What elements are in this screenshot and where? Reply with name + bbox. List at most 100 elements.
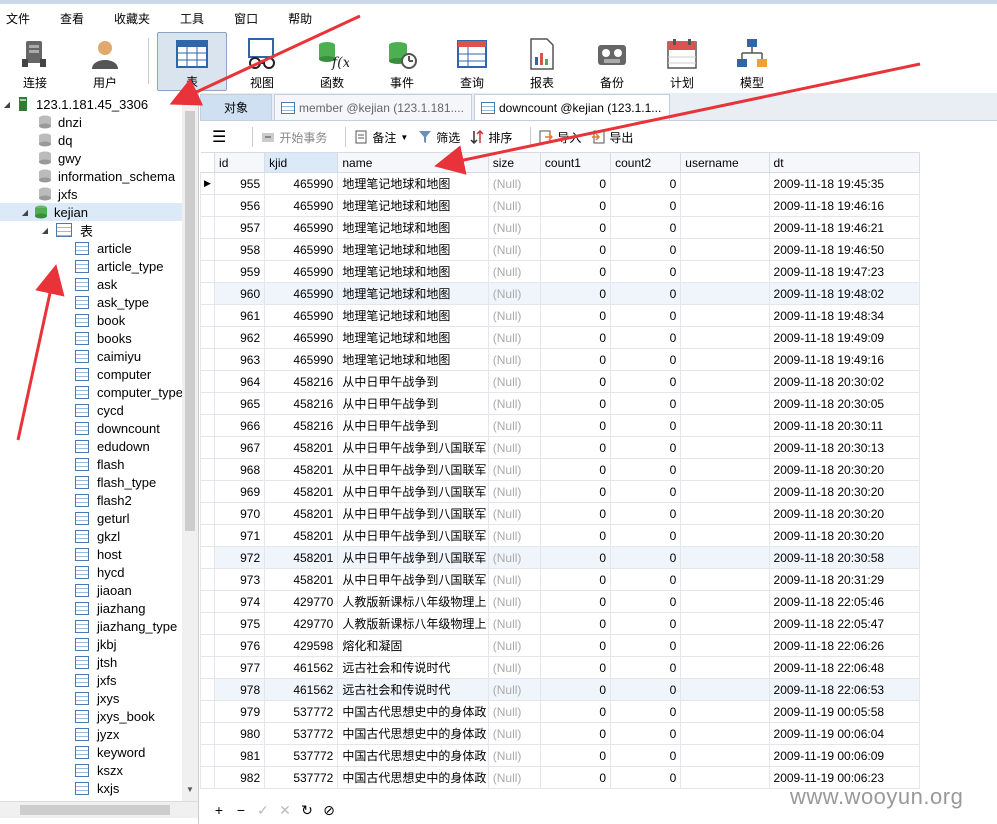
cell-kjid[interactable]: 465990 (264, 304, 339, 327)
tree-table[interactable]: cycd (75, 401, 124, 419)
cell-name[interactable]: 中国古代思想史中的身体政 (337, 700, 489, 723)
cell-count1[interactable]: 0 (539, 634, 612, 657)
cell-id[interactable]: 965 (214, 392, 266, 415)
cell-username[interactable] (680, 568, 770, 591)
cell-dt[interactable]: 2009-11-18 20:30:05 (768, 392, 921, 415)
cell-username[interactable] (680, 238, 770, 261)
tree-table[interactable]: jxys_book (75, 707, 155, 725)
cell-kjid[interactable]: 537772 (264, 700, 339, 723)
cell-count1[interactable]: 0 (539, 458, 612, 481)
cell-count2[interactable]: 0 (610, 480, 682, 503)
sort-button[interactable]: 排序 (470, 129, 512, 146)
cell-kjid[interactable]: 537772 (264, 766, 339, 789)
cell-id[interactable]: 978 (214, 678, 266, 701)
export-button[interactable]: 导出 (591, 129, 633, 146)
delete-record-icon[interactable]: − (230, 802, 252, 818)
cell-count1[interactable]: 0 (539, 546, 612, 569)
tree-table[interactable]: jiazhang_type (75, 617, 177, 635)
cell-size[interactable]: (Null) (487, 744, 541, 767)
cell-username[interactable] (680, 524, 770, 547)
tree-vertical-scrollbar[interactable]: ▲ ▼ (182, 93, 198, 801)
table-row[interactable]: ▶ 955 465990 地理笔记地球和地图 (Null) 0 0 2009-11-18 19… (200, 172, 921, 195)
cell-dt[interactable]: 2009-11-18 19:49:16 (768, 348, 921, 371)
cell-id[interactable]: 982 (214, 766, 266, 789)
cell-name[interactable]: 中国古代思想史中的身体政 (337, 744, 489, 767)
cell-username[interactable] (680, 590, 770, 613)
cell-size[interactable]: (Null) (487, 392, 541, 415)
cell-kjid[interactable]: 465990 (264, 216, 339, 239)
backup-button[interactable]: 备份 (577, 32, 647, 91)
tree-table[interactable]: jxys (75, 689, 119, 707)
cell-count2[interactable]: 0 (610, 744, 682, 767)
table-button[interactable]: 表 (157, 32, 227, 91)
cell-count2[interactable]: 0 (610, 436, 682, 459)
cell-count2[interactable]: 0 (610, 722, 682, 745)
cell-id[interactable]: 957 (214, 216, 266, 239)
cell-id[interactable]: 980 (214, 722, 266, 745)
cell-count2[interactable]: 0 (610, 414, 682, 437)
cell-count1[interactable]: 0 (539, 744, 612, 767)
table-row[interactable]: 958 465990 地理笔记地球和地图 (Null) 0 0 2009-11-18 19:… (200, 238, 921, 261)
tree-table[interactable]: ask (75, 275, 117, 293)
cell-id[interactable]: 964 (214, 370, 266, 393)
cell-count2[interactable]: 0 (610, 370, 682, 393)
cell-kjid[interactable]: 461562 (264, 656, 339, 679)
schedule-button[interactable]: 计划 (647, 32, 717, 91)
cell-username[interactable] (680, 766, 770, 789)
cell-username[interactable] (680, 370, 770, 393)
collapse-icon[interactable]: ◢ (20, 208, 30, 217)
cell-kjid[interactable]: 465990 (264, 348, 339, 371)
cell-name[interactable]: 从中日甲午战争到八国联军 (337, 524, 489, 547)
cell-username[interactable] (680, 282, 770, 305)
cell-kjid[interactable]: 458201 (264, 524, 339, 547)
cell-username[interactable] (680, 326, 770, 349)
cell-count2[interactable]: 0 (610, 634, 682, 657)
cell-count2[interactable]: 0 (610, 194, 682, 217)
cell-kjid[interactable]: 458216 (264, 392, 339, 415)
menu-tools[interactable]: 工具 (174, 10, 216, 27)
tree-table[interactable]: jkbj (75, 635, 117, 653)
menu-view[interactable]: 查看 (54, 10, 96, 27)
tab-downcount[interactable]: downcount @kejian (123.1.1... (474, 94, 670, 120)
tree-table[interactable]: flash (75, 455, 124, 473)
cell-count1[interactable]: 0 (539, 502, 612, 525)
cell-username[interactable] (680, 502, 770, 525)
menu-file[interactable]: 文件 (0, 10, 42, 27)
function-button[interactable]: f(x) 函数 (297, 32, 367, 91)
table-row[interactable]: 968 458201 从中日甲午战争到八国联军 (Null) 0 0 2009-11-18 … (200, 458, 921, 481)
table-row[interactable]: 967 458201 从中日甲午战争到八国联军 (Null) 0 0 2009-11-18 … (200, 436, 921, 459)
tree-database[interactable]: information_schema (34, 167, 175, 185)
cell-count2[interactable]: 0 (610, 392, 682, 415)
cell-kjid[interactable]: 458216 (264, 370, 339, 393)
cell-username[interactable] (680, 194, 770, 217)
table-row[interactable]: 981 537772 中国古代思想史中的身体政 (Null) 0 0 2009-11-19 … (200, 744, 921, 767)
cell-username[interactable] (680, 392, 770, 415)
cell-name[interactable]: 从中日甲午战争到 (337, 392, 489, 415)
column-header-dt[interactable]: dt (768, 152, 921, 173)
cell-dt[interactable]: 2009-11-18 22:06:26 (768, 634, 921, 657)
cell-kjid[interactable]: 458201 (264, 480, 339, 503)
cell-username[interactable] (680, 260, 770, 283)
cell-size[interactable]: (Null) (487, 612, 541, 635)
cell-id[interactable]: 963 (214, 348, 266, 371)
apply-changes-icon[interactable]: ✓ (252, 802, 274, 819)
dropdown-icon[interactable]: ▼ (400, 133, 408, 142)
table-row[interactable]: 957 465990 地理笔记地球和地图 (Null) 0 0 2009-11-18 19:… (200, 216, 921, 239)
cell-id[interactable]: 981 (214, 744, 266, 767)
menu-icon[interactable]: ☰ (212, 127, 226, 147)
cell-dt[interactable]: 2009-11-18 20:30:58 (768, 546, 921, 569)
cell-size[interactable]: (Null) (487, 722, 541, 745)
cell-kjid[interactable]: 458201 (264, 502, 339, 525)
cell-size[interactable]: (Null) (487, 678, 541, 701)
cell-size[interactable]: (Null) (487, 766, 541, 789)
tree-table[interactable]: kszx (75, 761, 123, 779)
cell-size[interactable]: (Null) (487, 568, 541, 591)
cell-count1[interactable]: 0 (539, 436, 612, 459)
cell-size[interactable]: (Null) (487, 634, 541, 657)
cell-name[interactable]: 从中日甲午战争到 (337, 370, 489, 393)
table-row[interactable]: 978 461562 远古社会和传说时代 (Null) 0 0 2009-11-18 22:… (200, 678, 921, 701)
cell-count1[interactable]: 0 (539, 326, 612, 349)
cell-count1[interactable]: 0 (539, 238, 612, 261)
table-row[interactable]: 970 458201 从中日甲午战争到八国联军 (Null) 0 0 2009-11-18 … (200, 502, 921, 525)
tree-table[interactable]: jiazhang (75, 599, 145, 617)
